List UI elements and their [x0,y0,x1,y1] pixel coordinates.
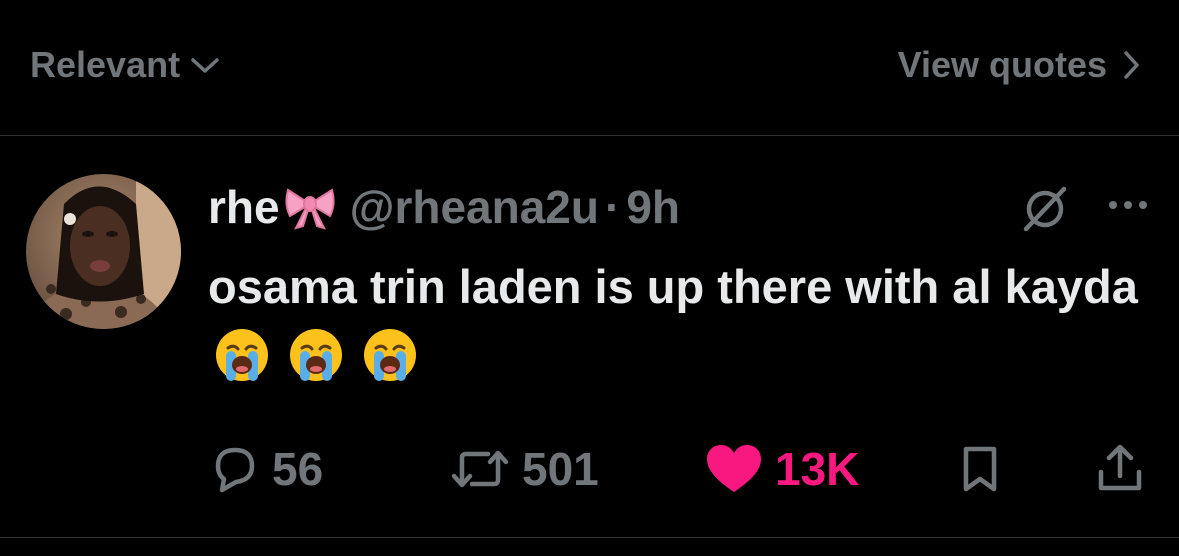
grok-icon [1023,186,1067,232]
bookmark-button[interactable] [956,429,1004,509]
chevron-right-icon [1124,51,1139,79]
repost-icon [451,450,509,488]
reply-icon [215,447,255,493]
more-button[interactable] [1098,180,1158,230]
reply-button[interactable]: 56 [208,429,323,509]
separator: · [604,181,621,233]
display-name[interactable]: rhe [208,180,280,234]
more-dots-icon [1109,201,1147,209]
view-quotes-link[interactable]: View quotes [898,40,1141,90]
heart-icon [707,445,761,492]
chevron-down-icon [191,58,219,73]
loudly-crying-face-icon [214,327,270,403]
tweet-header: rhe @rheana2u · 9h [208,177,680,237]
repost-count: 501 [522,443,599,495]
like-button[interactable]: 13K [703,429,859,509]
ribbon-icon [284,184,336,230]
timestamp[interactable]: 9h [626,180,680,234]
avatar[interactable] [26,174,181,329]
reply-count: 56 [272,443,324,495]
sort-label: Relevant [30,44,181,85]
repost-button[interactable]: 501 [448,429,599,509]
handle[interactable]: @rheana2u [350,180,599,234]
action-bar: 56 501 13K [208,429,1158,509]
tweet-body: osama trin laden is up there with al kay… [208,260,1138,313]
sort-button[interactable]: Relevant [30,40,222,90]
loudly-crying-face-icon [288,327,344,403]
replies-header: Relevant View quotes [0,0,1179,136]
loudly-crying-face-icon [362,327,418,403]
tweet[interactable]: rhe @rheana2u · 9h osama trin laden is u… [0,137,1179,537]
view-quotes-label: View quotes [897,44,1107,85]
tweet-text: osama trin laden is up there with al kay… [208,251,1138,403]
bookmark-icon [963,446,997,492]
divider [0,537,1179,538]
share-button[interactable] [1093,429,1147,509]
share-icon [1098,444,1142,491]
like-count: 13K [775,443,860,495]
grok-button[interactable] [1013,180,1077,236]
